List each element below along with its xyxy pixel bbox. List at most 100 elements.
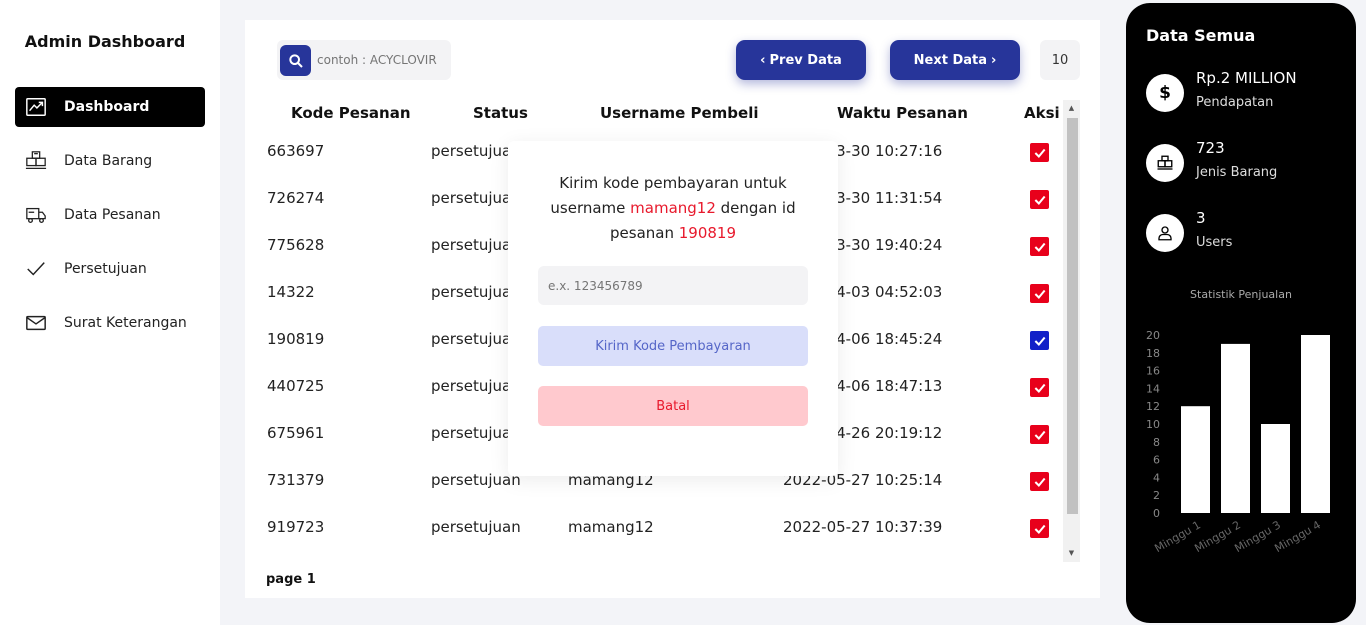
summary-panel: Data Semua $ Rp.2 MILLION Pendapatan 723… [1126,3,1356,623]
sidebar-item-persetujuan[interactable]: Persetujuan [15,249,205,289]
modal-message: Kirim kode pembayaran untuk username mam… [528,171,818,246]
y-tick-label: 18 [1146,347,1160,360]
search-bar [277,40,451,80]
cell-kode-pesanan: 726274 [267,189,325,207]
stat-label: Users [1196,235,1233,250]
cell-kode-pesanan: 190819 [267,330,325,348]
sidebar-item-label: Data Pesanan [64,207,161,223]
prev-data-button[interactable]: ‹ Prev Data [736,40,866,80]
checkmark-icon [1034,336,1045,346]
stat-label: Pendapatan [1196,95,1274,110]
y-tick-label: 16 [1146,365,1160,378]
checkmark-icon [1034,430,1045,440]
y-tick-label: 2 [1153,489,1160,502]
page-size-select[interactable]: 10 [1040,40,1080,80]
y-tick-label: 6 [1153,454,1160,467]
sidebar-item-label: Surat Keterangan [64,315,187,331]
y-tick-label: 4 [1153,471,1160,484]
chart-bar [1301,335,1330,513]
checkmark-icon [1034,148,1045,158]
cell-username: mamang12 [568,518,654,536]
chevron-left-icon: ‹ [760,52,766,68]
stat-pendapatan: $ Rp.2 MILLION Pendapatan [1146,69,1346,119]
sidebar-item-label: Dashboard [64,99,150,115]
brand-title: Admin Dashboard [24,32,186,51]
mail-icon [24,311,48,335]
y-tick-label: 12 [1146,400,1160,413]
scroll-thumb[interactable] [1067,118,1078,514]
chart-line-icon [24,95,48,119]
action-checkbox[interactable] [1030,378,1049,397]
stat-users: 3 Users [1146,209,1346,259]
action-checkbox[interactable] [1030,519,1049,538]
scroll-down-arrow-icon[interactable]: ▼ [1067,549,1076,558]
cell-kode-pesanan: 663697 [267,142,325,160]
chart-title: Statistik Penjualan [1190,288,1292,301]
checkmark-icon [1034,383,1045,393]
sidebar-item-data-barang[interactable]: Data Barang [15,141,205,181]
y-tick-label: 14 [1146,382,1160,395]
table-scrollbar[interactable]: ▲ ▼ [1063,100,1080,562]
sidebar-item-dashboard[interactable]: Dashboard [15,87,205,127]
search-input[interactable] [317,40,451,80]
checkmark-icon [1034,477,1045,487]
x-tick-label: Minggu 4 [1272,518,1323,555]
sidebar-item-label: Persetujuan [64,261,147,277]
stat-value: 3 [1196,209,1206,227]
sales-bar-chart: 02468101214161820Minggu 1Minggu 2Minggu … [1146,329,1330,555]
table-row: 919723 persetujuan mamang12 2022-05-27 10:3… [245,504,1065,551]
chart-bar [1181,406,1210,513]
chart-bar [1221,343,1250,513]
header-username: Username Pembeli [600,104,759,122]
action-checkbox[interactable] [1030,284,1049,303]
action-checkbox[interactable] [1030,143,1049,162]
payment-code-input[interactable] [538,266,808,305]
cell-kode-pesanan: 919723 [267,518,325,536]
send-payment-code-button[interactable]: Kirim Kode Pembayaran [538,326,808,366]
modal-order-id: 190819 [678,224,736,242]
table-header: Kode Pesanan Status Username Pembeli Wak… [245,104,1065,128]
action-checkbox[interactable] [1030,472,1049,491]
checkmark-icon [1034,289,1045,299]
cell-kode-pesanan: 775628 [267,236,325,254]
scroll-up-arrow-icon[interactable]: ▲ [1067,104,1076,113]
action-checkbox[interactable] [1030,190,1049,209]
dollar-icon: $ [1146,74,1184,112]
y-tick-label: 20 [1146,329,1160,342]
modal-username: mamang12 [630,199,716,217]
action-checkbox[interactable] [1030,425,1049,444]
chart-bar [1261,424,1290,513]
header-waktu: Waktu Pesanan [837,104,968,122]
cancel-button[interactable]: Batal [538,386,808,426]
stat-label: Jenis Barang [1196,165,1278,180]
search-button[interactable] [280,45,311,76]
stat-value: 723 [1196,139,1225,157]
cell-kode-pesanan: 14322 [267,283,315,301]
chevron-right-icon: › [991,52,997,68]
checkmark-icon [1034,524,1045,534]
cell-kode-pesanan: 675961 [267,424,325,442]
cell-status: persetujuan [431,518,521,536]
sidebar-item-data-pesanan[interactable]: Data Pesanan [15,195,205,235]
next-data-label: Next Data [913,52,987,68]
check-icon [24,257,48,281]
header-status: Status [473,104,528,122]
checkmark-icon [1034,242,1045,252]
checkmark-icon [1034,195,1045,205]
cell-status: persetujuan [431,471,521,489]
cell-kode-pesanan: 440725 [267,377,325,395]
y-tick-label: 0 [1153,507,1160,520]
panel-title: Data Semua [1146,26,1256,45]
cell-kode-pesanan: 731379 [267,471,325,489]
stat-jenis-barang: 723 Jenis Barang [1146,139,1346,189]
page-label: page 1 [266,572,316,587]
truck-icon [24,203,48,227]
y-tick-label: 8 [1153,436,1160,449]
sidebar-item-surat-keterangan[interactable]: Surat Keterangan [15,303,205,343]
next-data-button[interactable]: Next Data › [890,40,1020,80]
action-checkbox[interactable] [1030,331,1049,350]
boxes-icon [24,149,48,173]
payment-code-modal: Kirim kode pembayaran untuk username mam… [508,141,838,476]
sidebar-nav: Dashboard Data Barang Data Pesanan Perse… [15,87,205,357]
action-checkbox[interactable] [1030,237,1049,256]
